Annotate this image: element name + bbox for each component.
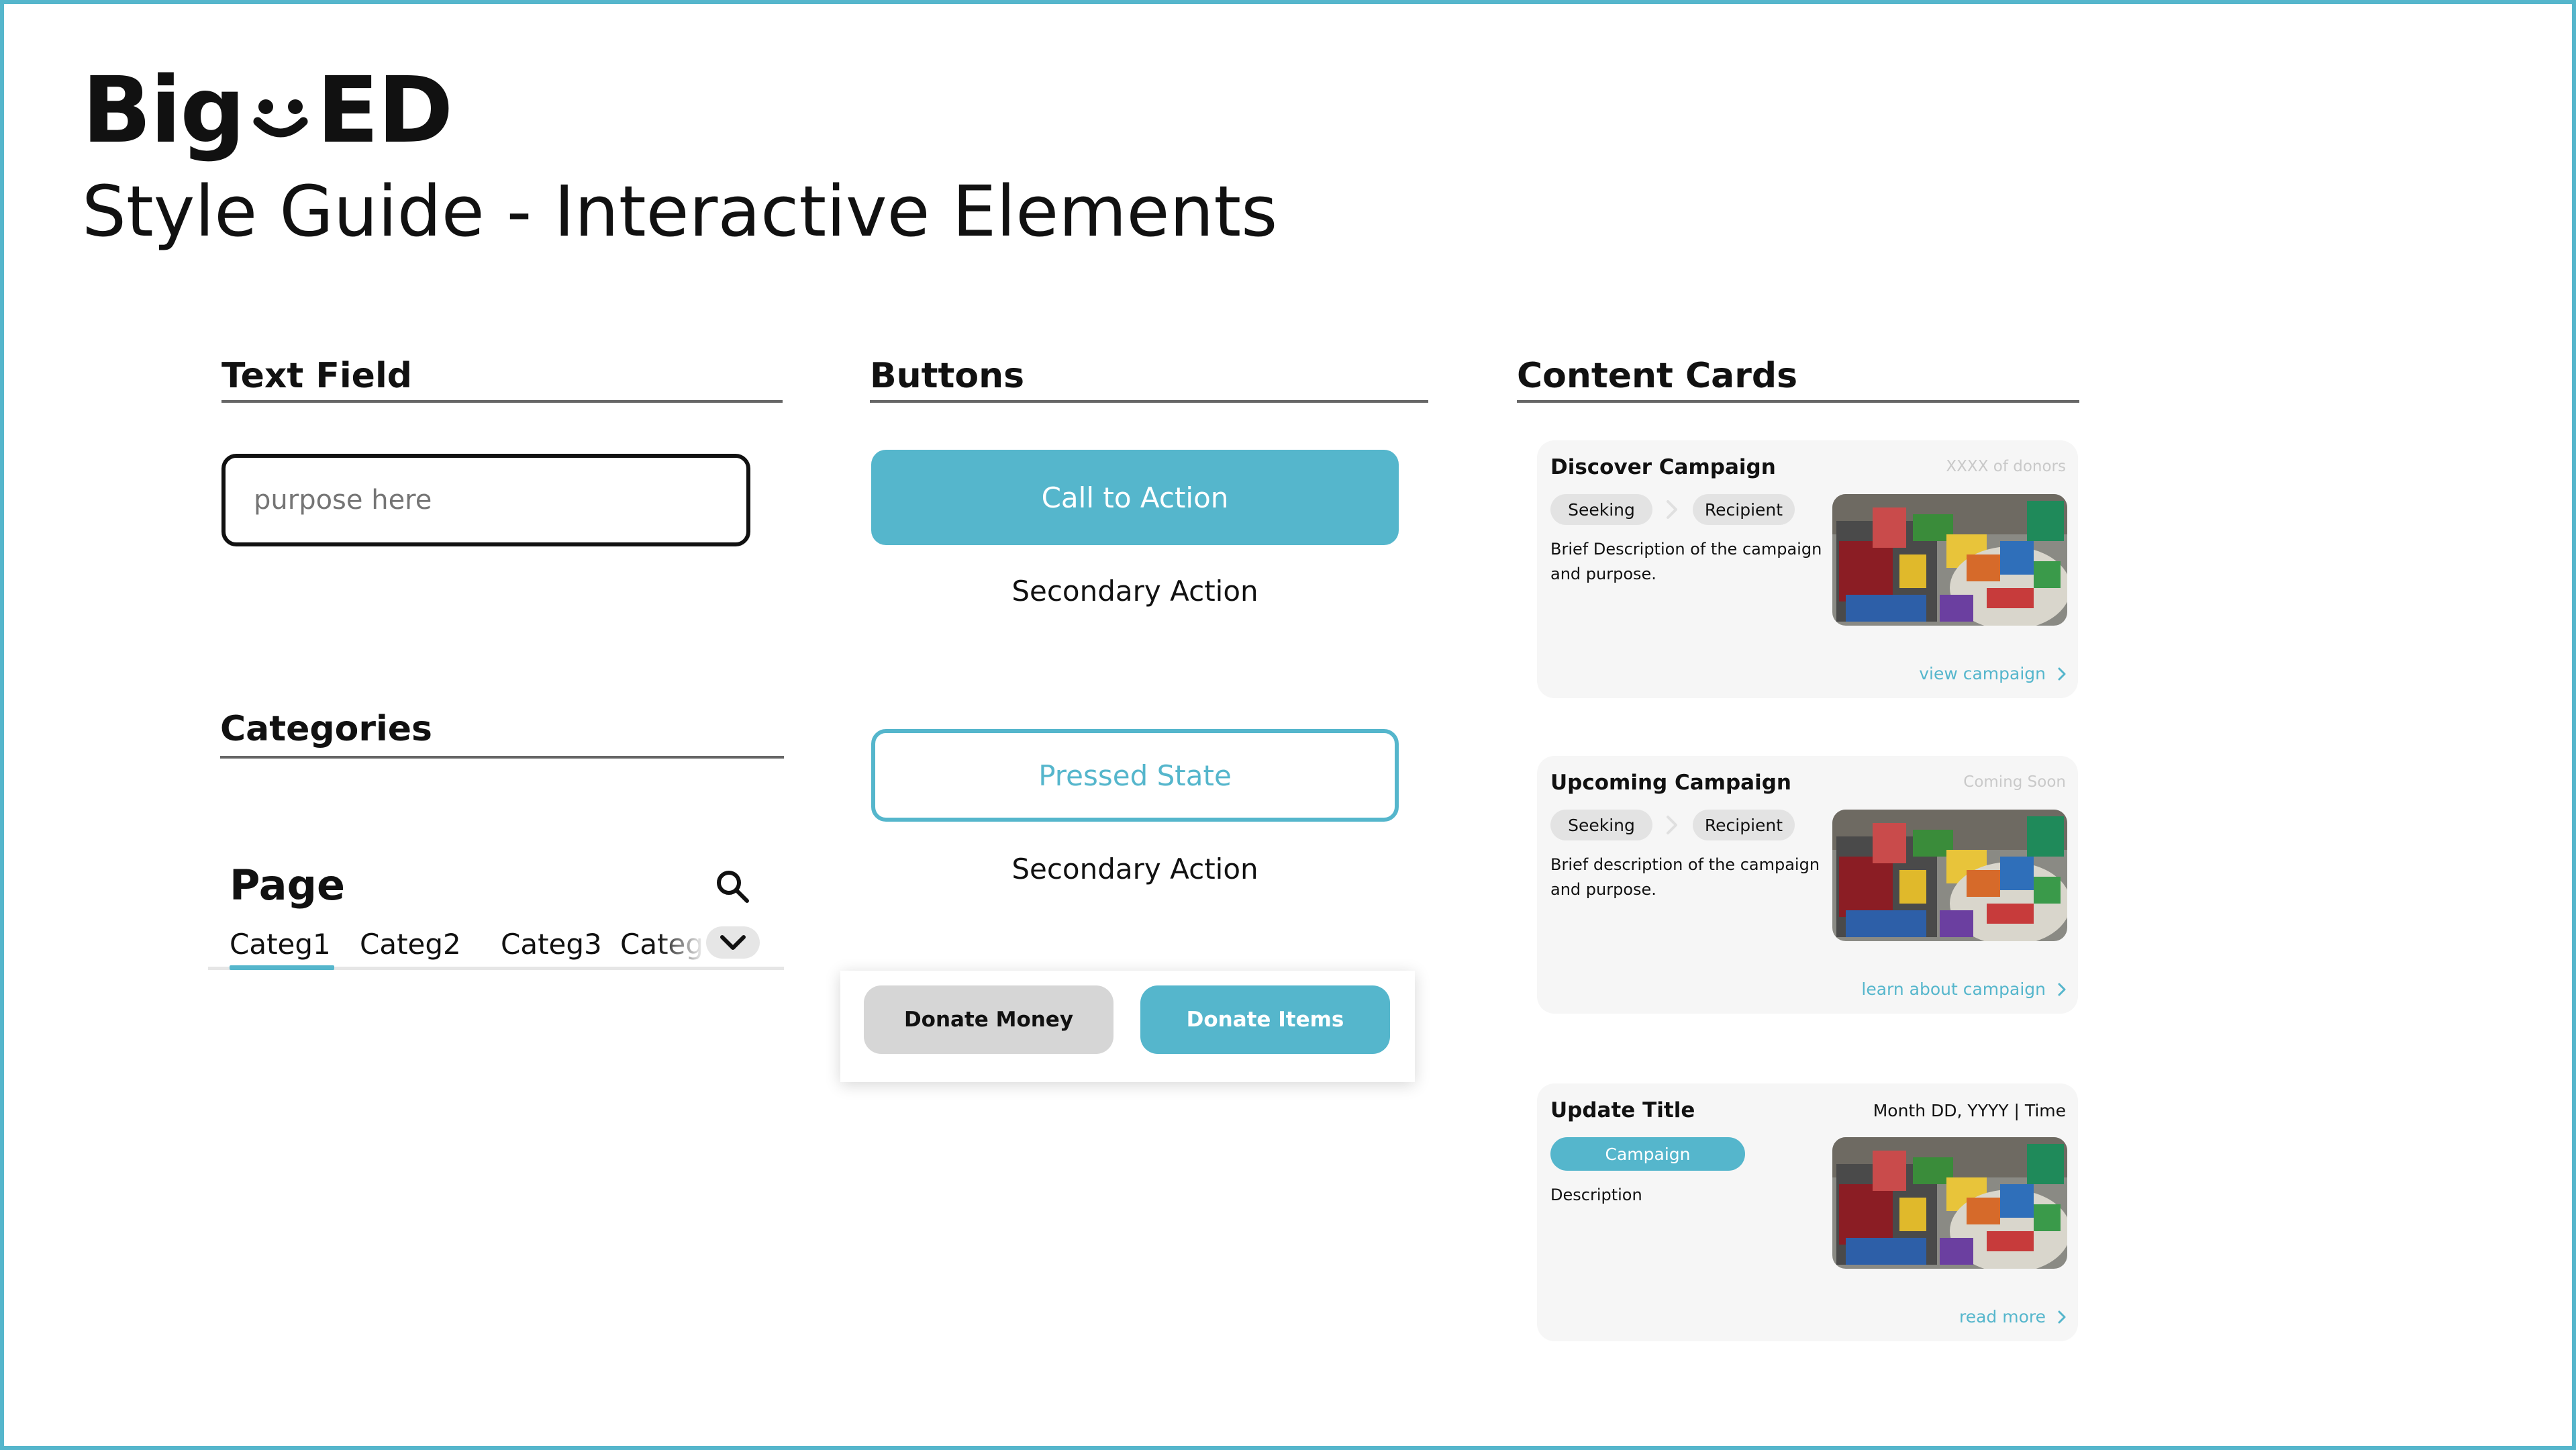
card-meta: Month DD, YYYY | Time bbox=[1873, 1101, 2066, 1120]
discover-campaign-card[interactable]: Discover Campaign XXXX of donors Seeking Re… bbox=[1537, 440, 2078, 698]
secondary-action-link-2[interactable]: Secondary Action bbox=[871, 853, 1399, 885]
section-header-buttons: Buttons bbox=[870, 358, 1428, 403]
chevron-right-icon bbox=[1667, 816, 1677, 834]
logo-text-right: ED bbox=[316, 58, 454, 164]
campaign-photo bbox=[1832, 494, 2067, 626]
recipient-chip: Recipient bbox=[1693, 810, 1795, 840]
card-link-label[interactable]: view campaign bbox=[1919, 664, 2046, 683]
card-link-label[interactable]: read more bbox=[1959, 1307, 2046, 1326]
card-link[interactable]: view campaign bbox=[1919, 664, 2066, 683]
page-title: Style Guide - Interactive Elements bbox=[82, 171, 1278, 252]
purpose-text-field[interactable] bbox=[221, 454, 750, 546]
category-page-label: Page bbox=[230, 861, 346, 910]
card-description: Description bbox=[1550, 1186, 1642, 1204]
card-image bbox=[1832, 494, 2067, 626]
campaign-photo bbox=[1832, 1137, 2067, 1269]
chevron-right-icon bbox=[1667, 500, 1677, 519]
section-header-content-cards: Content Cards bbox=[1517, 358, 2079, 403]
campaign-tag[interactable]: Campaign bbox=[1550, 1137, 1745, 1171]
card-title: Discover Campaign bbox=[1550, 455, 1776, 479]
seeking-chip: Seeking bbox=[1550, 494, 1652, 525]
donate-button-group: Donate Money Donate Items bbox=[840, 971, 1415, 1082]
card-meta: XXXX of donors bbox=[1946, 458, 2066, 475]
smile-icon bbox=[253, 99, 308, 138]
card-title: Update Title bbox=[1550, 1098, 1695, 1122]
donate-items-button[interactable]: Donate Items bbox=[1140, 985, 1390, 1054]
secondary-action-link[interactable]: Secondary Action bbox=[871, 575, 1399, 608]
section-header-text-field: Text Field bbox=[221, 358, 783, 403]
tab-overflow-fade bbox=[658, 920, 706, 963]
card-link-label[interactable]: learn about campaign bbox=[1861, 979, 2046, 999]
card-description: Brief Description of the campaign and pu… bbox=[1550, 540, 1822, 583]
card-meta: Coming Soon bbox=[1963, 773, 2066, 791]
card-link[interactable]: read more bbox=[1959, 1307, 2066, 1326]
card-link[interactable]: learn about campaign bbox=[1861, 979, 2066, 999]
search-icon[interactable] bbox=[714, 868, 750, 904]
card-description: Brief description of the campaign and pu… bbox=[1550, 855, 1820, 899]
campaign-photo bbox=[1832, 810, 2067, 941]
chevron-right-icon bbox=[2058, 1310, 2066, 1323]
brand-logo: Big ED bbox=[82, 58, 454, 164]
logo-text-left: Big bbox=[82, 58, 246, 164]
active-tab-indicator bbox=[230, 965, 334, 970]
seeking-chip: Seeking bbox=[1550, 810, 1652, 840]
tab-categ1[interactable]: Categ1 bbox=[230, 928, 331, 961]
tab-categ3[interactable]: Categ3 bbox=[501, 928, 602, 961]
section-header-categories: Categories bbox=[220, 712, 784, 759]
pressed-state-button[interactable]: Pressed State bbox=[871, 729, 1399, 822]
chevron-right-icon bbox=[2058, 983, 2066, 996]
more-categories-button[interactable] bbox=[706, 926, 760, 959]
card-image bbox=[1832, 810, 2067, 941]
recipient-chip: Recipient bbox=[1693, 494, 1795, 525]
card-title: Upcoming Campaign bbox=[1550, 771, 1791, 795]
tab-categ2[interactable]: Categ2 bbox=[360, 928, 461, 961]
chevron-right-icon bbox=[2058, 667, 2066, 680]
upcoming-campaign-card[interactable]: Upcoming Campaign Coming Soon Seeking Recip… bbox=[1537, 756, 2078, 1014]
donate-money-button[interactable]: Donate Money bbox=[864, 985, 1113, 1054]
update-card[interactable]: Update Title Month DD, YYYY | Time Campaig… bbox=[1537, 1083, 2078, 1341]
call-to-action-button[interactable]: Call to Action bbox=[871, 450, 1399, 545]
card-image bbox=[1832, 1137, 2067, 1269]
chevron-down-icon bbox=[720, 935, 746, 950]
